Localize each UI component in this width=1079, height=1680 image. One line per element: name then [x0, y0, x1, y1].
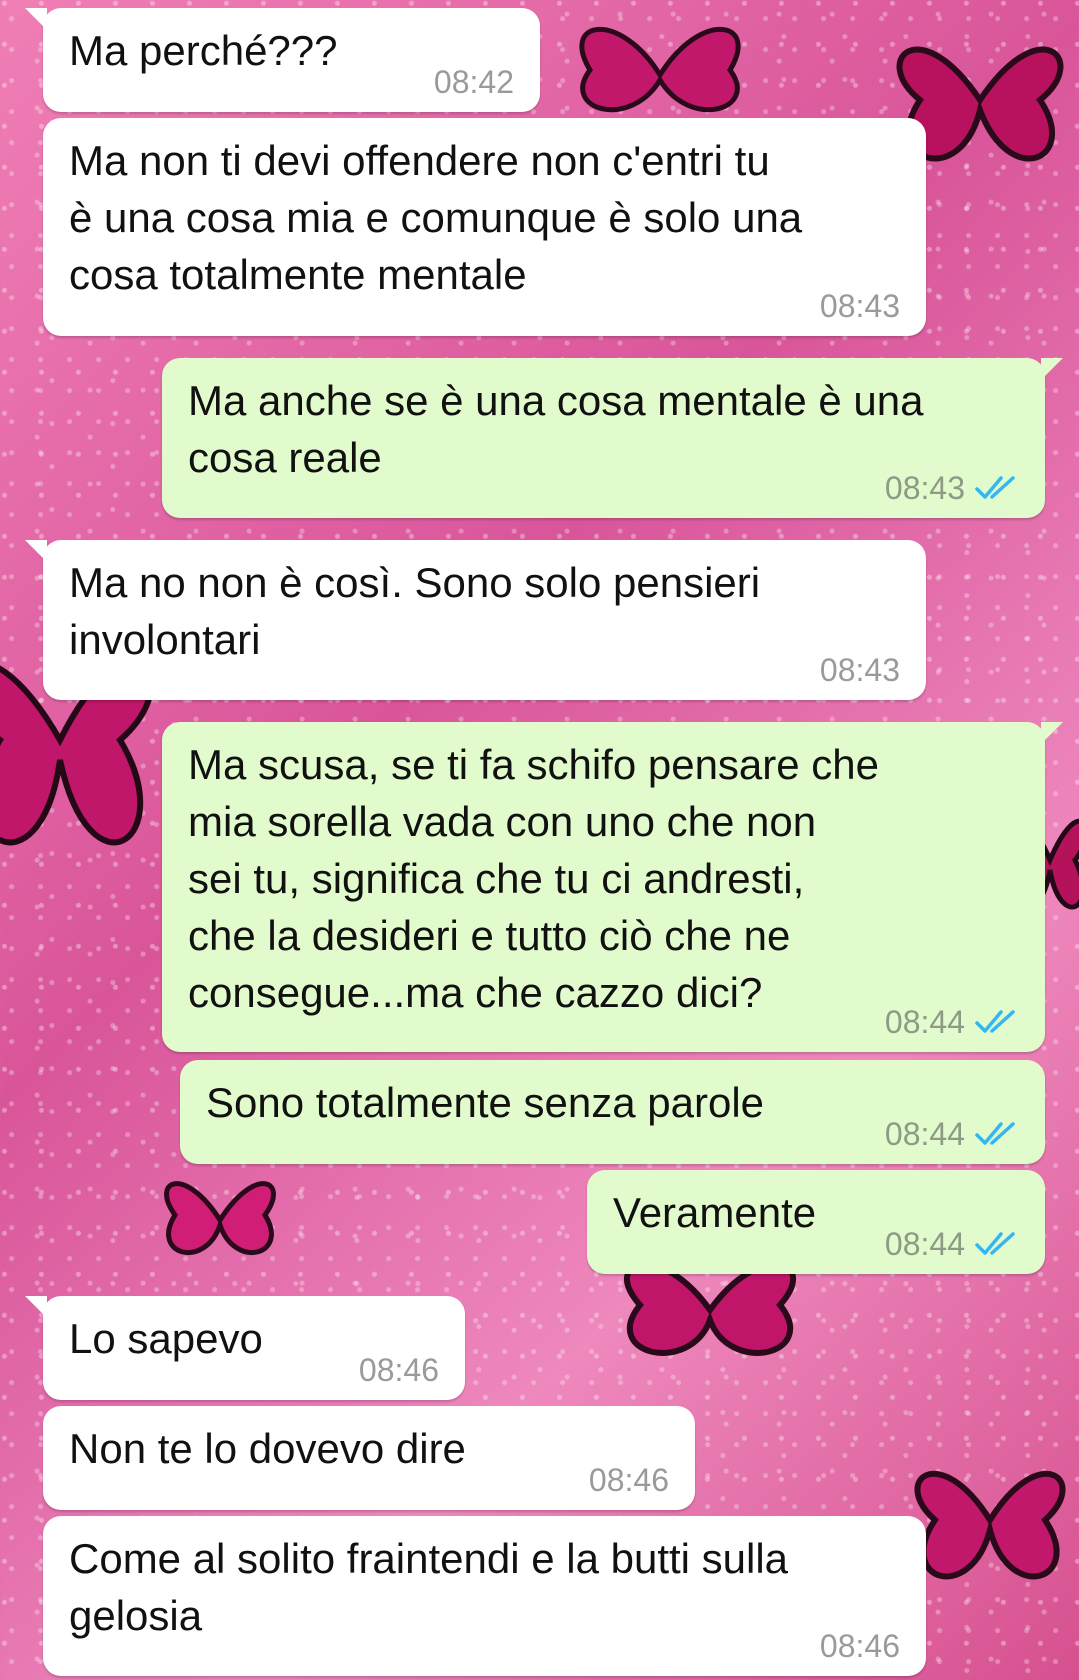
message-time: 08:43: [819, 288, 900, 324]
bubble-tail: [25, 540, 47, 562]
message-meta: 08:43: [820, 288, 900, 324]
double-check-read-icon: [975, 476, 1015, 499]
message-time: 08:46: [358, 1352, 439, 1388]
message-text: Ma perché???: [69, 27, 338, 74]
message-bubble-incoming[interactable]: Non te lo dovevo dire 08:46: [43, 1406, 695, 1510]
message-time: 08:44: [884, 1004, 965, 1040]
message-time: 08:43: [884, 470, 965, 506]
message-text: Sono totalmente senza parole: [206, 1079, 765, 1126]
message-time: 08:43: [819, 652, 900, 688]
double-check-read-icon: [975, 1232, 1015, 1255]
bubble-tail: [25, 8, 47, 30]
message-meta: 08:42: [434, 64, 514, 100]
chat-conversation: Ma perché??? 08:42 Ma non ti devi offend…: [0, 0, 1079, 1680]
message-meta: 08:46: [589, 1462, 669, 1498]
message-bubble-incoming[interactable]: Ma perché??? 08:42: [25, 8, 540, 112]
message-text: Come al solito fraintendi e la butti sul…: [69, 1535, 789, 1639]
message-time: 08:44: [884, 1116, 965, 1152]
message-bubble-incoming[interactable]: Come al solito fraintendi e la butti sul…: [43, 1516, 926, 1676]
message-text: Ma scusa, se ti fa schifo pensare che mi…: [188, 741, 880, 1016]
message-text: Lo sapevo: [69, 1315, 263, 1362]
message-time: 08:42: [433, 64, 514, 100]
message-meta: 08:43: [820, 652, 900, 688]
message-bubble-incoming[interactable]: Lo sapevo 08:46: [25, 1296, 465, 1400]
message-time: 08:46: [588, 1462, 669, 1498]
double-check-read-icon: [975, 1122, 1015, 1145]
message-bubble-outgoing[interactable]: Ma anche se è una cosa mentale è una cos…: [162, 358, 1063, 518]
message-text: Ma anche se è una cosa mentale è una cos…: [188, 377, 924, 481]
message-meta: 08:46: [359, 1352, 439, 1388]
message-meta: 08:44: [885, 1226, 1019, 1262]
message-bubble-incoming[interactable]: Ma non ti devi offendere non c'entri tu …: [43, 118, 926, 336]
message-bubble-incoming[interactable]: Ma no non è così. Sono solo pensieri inv…: [25, 540, 926, 700]
bubble-tail: [1041, 358, 1063, 380]
message-text: Ma non ti devi offendere non c'entri tu …: [69, 137, 803, 298]
message-bubble-outgoing[interactable]: Ma scusa, se ti fa schifo pensare che mi…: [162, 722, 1063, 1052]
message-meta: 08:44: [885, 1116, 1019, 1152]
message-bubble-outgoing[interactable]: Veramente 08:44: [587, 1170, 1045, 1274]
message-text: Veramente: [613, 1189, 817, 1236]
message-time: 08:44: [884, 1226, 965, 1262]
message-bubble-outgoing[interactable]: Sono totalmente senza parole 08:44: [180, 1060, 1045, 1164]
double-check-read-icon: [975, 1010, 1015, 1033]
message-meta: 08:44: [885, 1004, 1019, 1040]
message-meta: 08:46: [820, 1628, 900, 1664]
bubble-tail: [25, 1296, 47, 1318]
message-meta: 08:43: [885, 470, 1019, 506]
message-time: 08:46: [819, 1628, 900, 1664]
message-text: Non te lo dovevo dire: [69, 1425, 466, 1472]
message-text: Ma no non è così. Sono solo pensieri inv…: [69, 559, 761, 663]
bubble-tail: [1041, 722, 1063, 744]
